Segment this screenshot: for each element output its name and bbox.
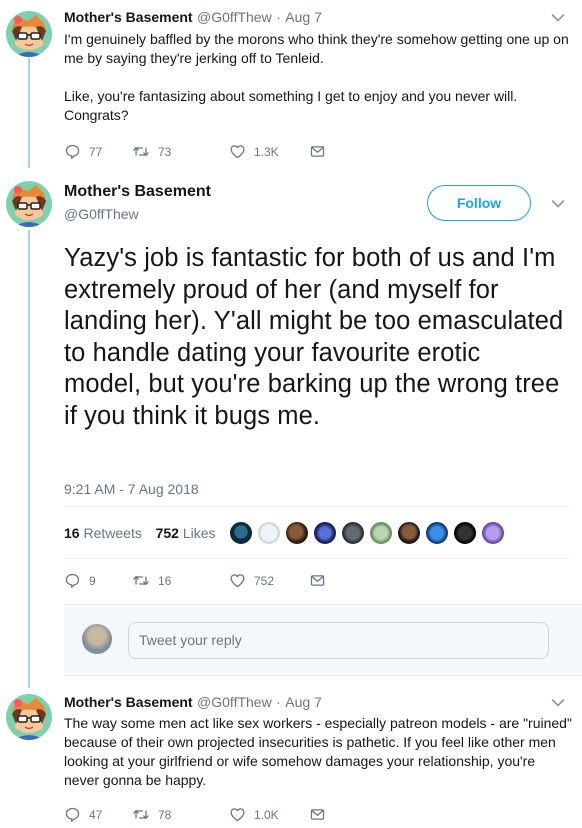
like-count: 1.3K: [254, 144, 279, 159]
dm-button[interactable]: [309, 572, 326, 589]
tweet-actions: 77 73 1.3K: [64, 143, 326, 160]
dm-button[interactable]: [309, 143, 326, 160]
tweet-header: Mother's Basement @G0ffThew · Aug 7: [64, 694, 322, 712]
like-button[interactable]: 1.0K: [229, 806, 309, 823]
reply-input[interactable]: Tweet your reply: [128, 622, 549, 659]
display-name[interactable]: Mother's Basement: [64, 694, 193, 710]
retweet-stat[interactable]: 16 Retweets: [64, 525, 146, 541]
liker-avatar[interactable]: [256, 520, 282, 546]
retweet-icon: [132, 806, 150, 823]
dm-button[interactable]: [309, 806, 326, 823]
retweet-count: 78: [158, 807, 172, 822]
liker-avatar[interactable]: [340, 520, 366, 546]
thread-line-bottom: [28, 230, 30, 688]
retweet-stat-count: 16: [64, 525, 80, 541]
like-stat[interactable]: 752 Likes: [156, 525, 216, 541]
tweet-paragraph: Like, you're fantasizing about something…: [64, 88, 518, 123]
like-button[interactable]: 1.3K: [229, 143, 309, 160]
liker-avatar[interactable]: [368, 520, 394, 546]
divider: [64, 558, 569, 559]
thread-line-top: [28, 58, 30, 168]
liker-avatar[interactable]: [284, 520, 310, 546]
follow-button[interactable]: Follow: [427, 185, 531, 221]
handle[interactable]: @G0ffThew: [197, 694, 272, 710]
like-count: 1.0K: [254, 807, 279, 822]
reply-button[interactable]: 77: [64, 143, 132, 160]
avatar[interactable]: [6, 181, 52, 227]
liker-avatar[interactable]: [480, 520, 506, 546]
divider: [64, 506, 569, 507]
reply-avatar: [82, 624, 112, 654]
envelope-icon: [309, 572, 326, 589]
liker-avatar[interactable]: [396, 520, 422, 546]
handle[interactable]: @G0ffThew: [64, 206, 139, 222]
retweet-count: 16: [158, 573, 172, 588]
reply-icon: [64, 806, 81, 823]
tweet-text: The way some men act like sex workers - …: [64, 715, 572, 788]
envelope-icon: [309, 143, 326, 160]
retweet-stat-label: Retweets: [83, 525, 142, 541]
tweet-stats: 16 Retweets 752 Likes: [64, 525, 216, 541]
avatar[interactable]: [6, 11, 52, 57]
reply-count: 77: [89, 144, 103, 159]
handle[interactable]: @G0ffThew: [197, 9, 272, 25]
reply-count: 47: [89, 807, 103, 822]
reply-count: 9: [89, 573, 96, 588]
liker-avatar[interactable]: [312, 520, 338, 546]
reply-button[interactable]: 47: [64, 806, 132, 823]
tweet-text: I'm genuinely baffled by the morons who …: [64, 30, 569, 125]
tweet-paragraph: I'm genuinely baffled by the morons who …: [64, 31, 569, 66]
tweet-actions: 47 78 1.0K: [64, 806, 326, 823]
like-stat-count: 752: [155, 525, 179, 541]
retweet-button[interactable]: 16: [132, 572, 229, 589]
heart-icon: [229, 572, 246, 589]
tweet-date[interactable]: Aug 7: [285, 9, 322, 25]
chevron-down-icon[interactable]: [551, 199, 565, 209]
reply-icon: [64, 143, 81, 160]
reply-button[interactable]: 9: [64, 572, 132, 589]
avatar[interactable]: [6, 694, 52, 740]
chevron-down-icon[interactable]: [551, 13, 565, 23]
separator: ·: [276, 694, 281, 710]
like-button[interactable]: 752: [229, 572, 309, 589]
tweet-text: Yazy's job is fantastic for both of us a…: [64, 244, 564, 430]
retweet-button[interactable]: 78: [132, 806, 229, 823]
retweet-icon: [132, 572, 150, 589]
retweet-icon: [132, 143, 150, 160]
separator: ·: [276, 9, 281, 25]
reply-icon: [64, 572, 81, 589]
liker-avatar[interactable]: [424, 520, 450, 546]
display-name[interactable]: Mother's Basement: [64, 183, 211, 201]
display-name[interactable]: Mother's Basement: [64, 9, 193, 25]
tweet-timestamp[interactable]: 9:21 AM - 7 Aug 2018: [64, 481, 199, 497]
heart-icon: [229, 143, 246, 160]
tweet-header: Mother's Basement @G0ffThew · Aug 7: [64, 9, 322, 27]
tweet-actions: 9 16 752: [64, 572, 326, 589]
heart-icon: [229, 806, 246, 823]
liker-avatar[interactable]: [228, 520, 254, 546]
like-stat-label: Likes: [182, 525, 216, 541]
liker-avatar[interactable]: [452, 520, 478, 546]
tweet-date[interactable]: Aug 7: [285, 694, 322, 710]
retweet-count: 73: [158, 144, 172, 159]
envelope-icon: [309, 806, 326, 823]
chevron-down-icon[interactable]: [551, 698, 565, 708]
like-count: 752: [254, 573, 275, 588]
retweet-button[interactable]: 73: [132, 143, 229, 160]
